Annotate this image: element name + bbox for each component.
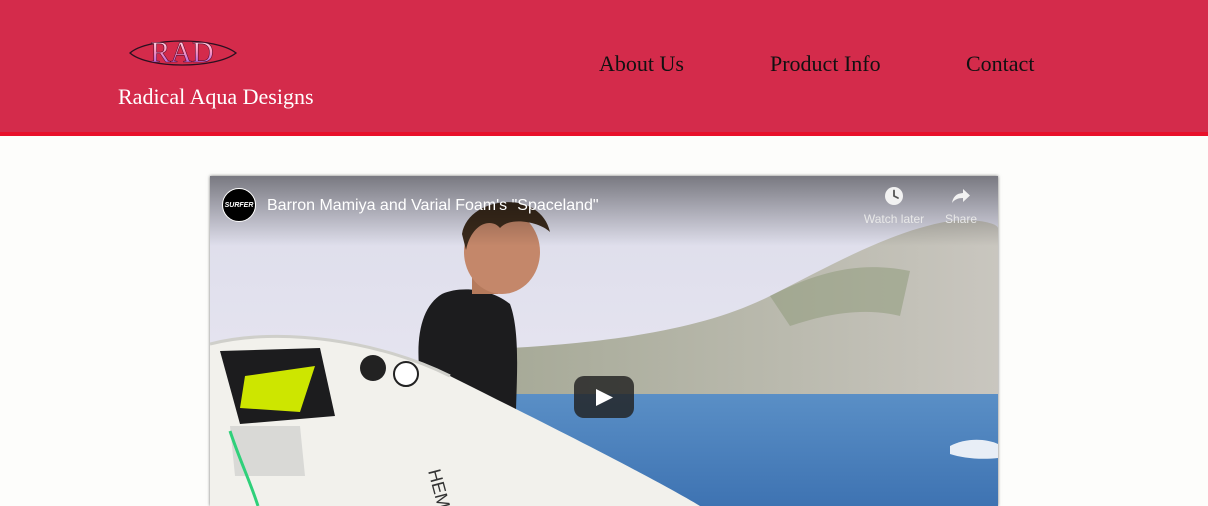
nav-product-info[interactable]: Product Info	[770, 51, 881, 77]
channel-avatar[interactable]: SURFER	[222, 188, 256, 222]
video-title[interactable]: Barron Mamiya and Varial Foam's "Spacela…	[267, 197, 599, 215]
watch-later-button[interactable]: Watch later	[859, 186, 929, 226]
nav-contact[interactable]: Contact	[966, 51, 1034, 77]
play-icon	[596, 389, 613, 406]
share-label: Share	[944, 212, 978, 226]
video-embed[interactable]: HEM SURFER Barron Mamiya and Varial Foam…	[210, 176, 998, 506]
share-arrow-icon	[952, 189, 970, 203]
watch-later-label: Watch later	[863, 212, 925, 226]
site-name: Radical Aqua Designs	[118, 84, 314, 109]
share-button[interactable]: Share	[926, 186, 996, 226]
clock-icon	[885, 187, 903, 205]
nav-about-us[interactable]: About Us	[599, 51, 684, 77]
site-header: RAD Radical Aqua Designs About Us Produc…	[0, 0, 1208, 136]
main-nav: About Us Product Info Contact	[0, 51, 1208, 79]
play-button[interactable]	[574, 376, 634, 418]
